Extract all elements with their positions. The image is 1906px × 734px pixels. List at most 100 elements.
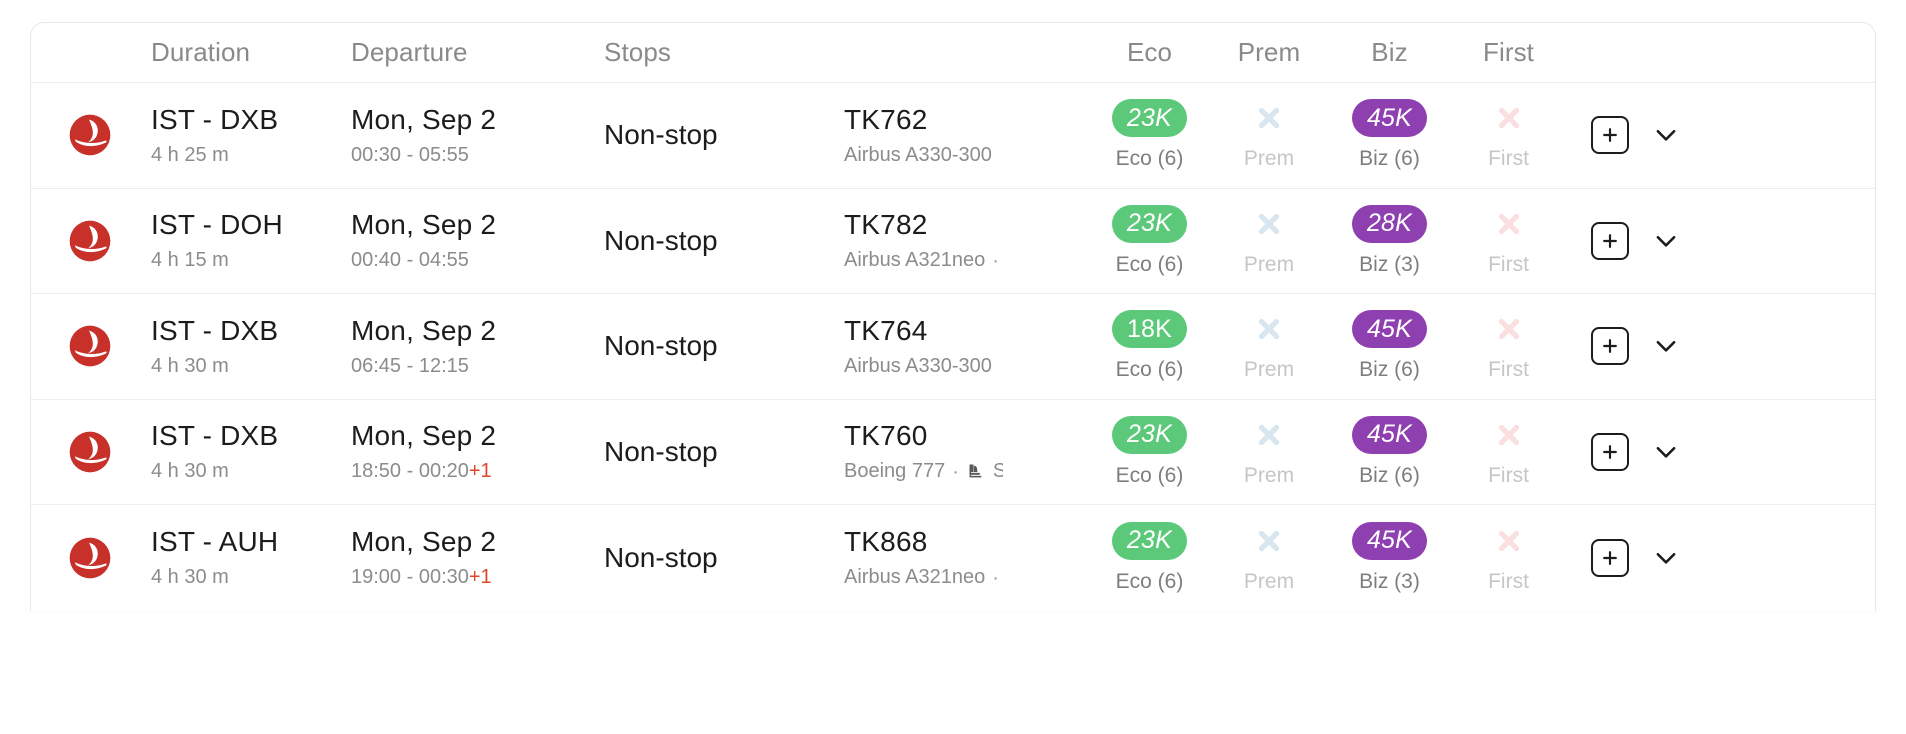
stops-label: Non-stop — [604, 435, 718, 467]
plus-icon — [1603, 128, 1617, 143]
departure-times-label: 18:50 - 00:20 — [351, 460, 469, 483]
turkish-airlines-logo — [69, 431, 111, 473]
fare-cell-biz[interactable]: 28K Biz (3) — [1329, 204, 1450, 277]
fare-prem-label: Prem — [1243, 358, 1295, 382]
aircraft-label: Boeing 777 — [844, 460, 946, 483]
airline-logo-cell[interactable] — [31, 114, 149, 156]
add-flight-button[interactable] — [1591, 221, 1629, 260]
row-actions-cell — [1567, 432, 1875, 471]
aircraft-line: Airbus A330-300 — [844, 355, 1088, 378]
expand-row-button[interactable] — [1649, 435, 1683, 469]
stops-cell: Non-stop — [602, 225, 842, 257]
next-day-indicator: +1 — [468, 566, 492, 589]
turkish-airlines-logo — [69, 537, 111, 579]
flight-row[interactable]: IST - AUH 4 h 30 m Mon, Sep 2 19:00 - 00… — [31, 505, 1875, 611]
expand-row-button[interactable] — [1649, 541, 1683, 575]
column-header-biz[interactable]: Biz — [1329, 37, 1450, 68]
column-header-departure[interactable]: Departure — [349, 37, 602, 68]
fare-cell-first[interactable]: First — [1450, 99, 1567, 171]
fare-cell-biz[interactable]: 45K Biz (6) — [1329, 415, 1450, 488]
fare-cell-prem[interactable]: Prem — [1209, 99, 1329, 171]
departure-times-label: 00:40 - 04:55 — [351, 249, 469, 272]
fare-biz-label: Biz (6) — [1359, 147, 1420, 171]
fare-first-unavailable-icon — [1490, 416, 1528, 454]
departure-times-label: 00:30 - 05:55 — [351, 143, 469, 166]
flight-row[interactable]: IST - DXB 4 h 25 m Mon, Sep 2 00:30 - 05… — [31, 83, 1875, 189]
fare-cell-first[interactable]: First — [1450, 416, 1567, 488]
fare-cell-biz[interactable]: 45K Biz (6) — [1329, 99, 1450, 171]
aircraft-separator: · — [952, 460, 959, 483]
fare-cell-first[interactable]: First — [1450, 310, 1567, 382]
aircraft-line: Airbus A330-300 — [844, 144, 1088, 167]
column-header-duration[interactable]: Duration — [149, 37, 349, 68]
flight-row[interactable]: IST - DXB 4 h 30 m Mon, Sep 2 06:45 - 12… — [31, 294, 1875, 400]
fare-cell-prem[interactable]: Prem — [1209, 310, 1329, 382]
aircraft-label: Airbus A321neo — [844, 249, 986, 272]
add-flight-button[interactable] — [1591, 327, 1629, 366]
expand-row-button[interactable] — [1649, 329, 1683, 363]
fare-cell-prem[interactable]: Prem — [1209, 205, 1329, 277]
fare-prem-label: Prem — [1243, 569, 1295, 593]
stops-label: Non-stop — [604, 224, 718, 256]
column-header-first[interactable]: First — [1450, 37, 1567, 68]
fare-eco-label: Eco (6) — [1115, 463, 1184, 487]
column-header-prem[interactable]: Prem — [1209, 37, 1329, 68]
airline-logo-cell[interactable] — [31, 537, 149, 579]
expand-row-button[interactable] — [1649, 118, 1683, 152]
column-header-eco[interactable]: Eco — [1090, 37, 1209, 68]
add-flight-button[interactable] — [1591, 538, 1629, 577]
fare-cell-eco[interactable]: 23K Eco (6) — [1090, 415, 1209, 488]
add-flight-button[interactable] — [1591, 432, 1629, 471]
airline-logo-cell[interactable] — [31, 220, 149, 262]
turkish-airlines-logo — [69, 325, 111, 367]
duration-label: 4 h 15 m — [151, 249, 229, 272]
fare-cell-prem[interactable]: Prem — [1209, 416, 1329, 488]
flight-results-page: Duration Departure Stops Eco Prem Biz Fi… — [0, 0, 1906, 734]
fare-cell-prem[interactable]: Prem — [1209, 522, 1329, 594]
row-actions-cell — [1567, 221, 1875, 260]
airline-logo-cell[interactable] — [31, 325, 149, 367]
fare-cell-eco[interactable]: 23K Eco (6) — [1090, 521, 1209, 594]
flight-number-label: TK782 — [844, 209, 928, 241]
flight-info-cell: TK760 Boeing 777 · S — [842, 420, 1090, 483]
flight-row[interactable]: IST - DXB 4 h 30 m Mon, Sep 2 18:50 - 00… — [31, 399, 1875, 505]
fare-eco-badge: 23K — [1111, 521, 1188, 560]
departure-date-label: Mon, Sep 2 — [351, 526, 497, 558]
flight-number-label: TK762 — [844, 103, 928, 135]
flight-number-label: TK764 — [844, 314, 928, 346]
fare-biz-badge: 45K — [1351, 415, 1428, 454]
column-header-stops[interactable]: Stops — [602, 37, 842, 68]
column-header-prem-label: Prem — [1237, 37, 1301, 67]
next-day-indicator: +1 — [468, 460, 492, 483]
fare-first-label: First — [1488, 569, 1529, 593]
chevron-down-icon — [1656, 446, 1676, 458]
fare-cell-biz[interactable]: 45K Biz (3) — [1329, 521, 1450, 594]
aircraft-line: Airbus A321neo · — [844, 249, 1088, 272]
route-label: IST - DXB — [151, 314, 279, 346]
fare-cell-biz[interactable]: 45K Biz (6) — [1329, 310, 1450, 382]
fare-biz-label: Biz (6) — [1359, 358, 1420, 382]
fare-cell-eco[interactable]: 23K Eco (6) — [1090, 204, 1209, 277]
flight-info-cell: TK762 Airbus A330-300 — [842, 104, 1090, 167]
fare-biz-label: Biz (3) — [1359, 569, 1420, 593]
flight-info-cell: TK782 Airbus A321neo · — [842, 209, 1090, 272]
route-label: IST - DXB — [151, 103, 279, 135]
plus-icon — [1603, 339, 1617, 354]
route-label: IST - DOH — [151, 209, 283, 241]
chevron-down-icon — [1656, 552, 1676, 564]
expand-row-button[interactable] — [1649, 224, 1683, 258]
fare-cell-eco[interactable]: 23K Eco (6) — [1090, 99, 1209, 171]
aircraft-separator: · — [992, 249, 999, 272]
departure-date-label: Mon, Sep 2 — [351, 209, 497, 241]
airline-logo-cell[interactable] — [31, 431, 149, 473]
fare-prem-label: Prem — [1243, 252, 1295, 276]
fare-cell-first[interactable]: First — [1450, 205, 1567, 277]
column-header-stops-label: Stops — [604, 37, 671, 67]
fare-cell-first[interactable]: First — [1450, 522, 1567, 594]
stops-cell: Non-stop — [602, 330, 842, 362]
fare-cell-eco[interactable]: 18K Eco (6) — [1090, 310, 1209, 382]
flight-row[interactable]: IST - DOH 4 h 15 m Mon, Sep 2 00:40 - 04… — [31, 188, 1875, 294]
chevron-down-icon — [1656, 235, 1676, 247]
column-header-duration-label: Duration — [151, 37, 251, 67]
add-flight-button[interactable] — [1591, 116, 1629, 155]
